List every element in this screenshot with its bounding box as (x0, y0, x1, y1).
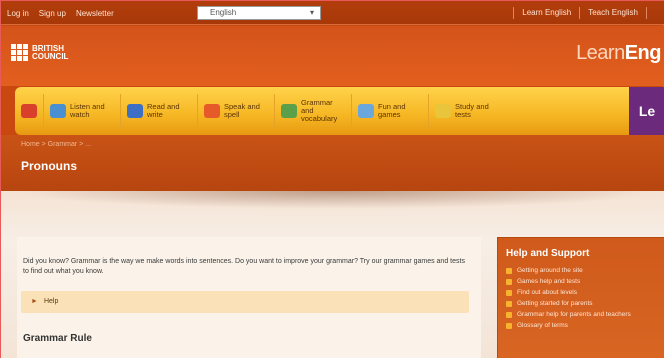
login-link[interactable]: Log in (7, 9, 29, 18)
nav-purple-label: Le (638, 103, 656, 119)
nav-item-label: Grammar and vocabulary (301, 98, 338, 123)
sidebar-item-label: Glossary of terms (517, 322, 568, 329)
nav-item-purple[interactable]: Le (629, 87, 664, 135)
speech-icon (204, 104, 220, 118)
teach-english-link[interactable]: Teach English (579, 7, 646, 19)
bullet-icon (506, 278, 512, 285)
site-brand[interactable]: LearnEng (576, 42, 661, 65)
sidebar-item-label: Getting started for parents (517, 300, 593, 307)
nav-item-games[interactable]: Fun and games (352, 87, 428, 135)
nav-item-label: Fun and games (378, 102, 406, 119)
bullet-icon (506, 322, 512, 329)
bullet-icon (506, 289, 512, 296)
sidebar-item[interactable]: Glossary of terms (506, 322, 658, 329)
sidebar-item-label: Games help and tests (517, 278, 581, 285)
book-icon (127, 104, 143, 118)
sidebar-item[interactable]: Games help and tests (506, 278, 658, 285)
top-utility-bar: Log in Sign up Newsletter English ▾ Lear… (1, 1, 664, 25)
nav-item-study[interactable]: Study and tests (429, 87, 505, 135)
page-header-band: Home > Grammar > ... Pronouns (1, 135, 664, 191)
newsletter-link[interactable]: Newsletter (76, 9, 114, 18)
site-header: BRITISH COUNCIL LearnEng (1, 26, 664, 86)
nav-item-home[interactable] (15, 87, 43, 135)
logo-text: BRITISH COUNCIL (32, 43, 69, 61)
help-support-panel: Help and Support Getting around the site… (497, 237, 664, 358)
page-title: Pronouns (21, 159, 77, 173)
bullet-icon (506, 311, 512, 318)
band-shadow (15, 191, 655, 209)
bullet-icon (506, 267, 512, 274)
sidebar-item[interactable]: Find out about levels (506, 289, 658, 296)
nav-item-label: Study and tests (455, 102, 489, 119)
british-council-logo[interactable]: BRITISH COUNCIL (11, 44, 68, 61)
nav-item-speak[interactable]: Speak and spell (198, 87, 274, 135)
help-support-title: Help and Support (506, 248, 590, 259)
nav-item-label: Read and write (147, 102, 180, 119)
brand-bold: Eng (624, 42, 662, 64)
nav-item-label: Speak and spell (224, 102, 260, 119)
breadcrumb[interactable]: Home > Grammar > ... (21, 141, 91, 148)
main-nav: Listen and watch Read and write Speak an… (15, 87, 664, 135)
sidebar-item-label: Find out about levels (517, 289, 577, 296)
site-links: Learn English Teach English (513, 7, 663, 19)
nav-item-grammar[interactable]: Grammar and vocabulary (275, 87, 351, 135)
grammar-icon (281, 104, 297, 118)
section-heading: Grammar Rule (23, 333, 92, 344)
chevron-down-icon: ▾ (309, 8, 314, 17)
sidebar-item[interactable]: Getting started for parents (506, 300, 658, 307)
test-icon (435, 104, 451, 118)
headphones-icon (50, 104, 66, 118)
sidebar-item[interactable]: Getting around the site (506, 267, 658, 274)
home-icon (21, 104, 37, 118)
nav-item-label: Listen and watch (70, 102, 105, 119)
brand-light: Learn (576, 42, 625, 64)
signup-link[interactable]: Sign up (39, 9, 66, 18)
help-label: Help (43, 298, 59, 305)
sidebar-item-label: Grammar help for parents and teachers (517, 311, 631, 318)
more-link[interactable] (646, 7, 663, 19)
nav-item-listen[interactable]: Listen and watch (44, 87, 120, 135)
learn-english-link[interactable]: Learn English (513, 7, 579, 19)
sidebar-item-label: Getting around the site (517, 267, 583, 274)
language-select[interactable]: English ▾ (197, 6, 321, 20)
logo-grid-icon (11, 44, 28, 61)
nav-item-read[interactable]: Read and write (121, 87, 197, 135)
games-icon (358, 104, 374, 118)
top-links: Log in Sign up Newsletter (7, 9, 114, 18)
help-toggle[interactable]: ► Help (21, 291, 469, 313)
triangle-right-icon: ► (31, 298, 38, 305)
language-select-value: English (210, 8, 237, 17)
sidebar-item[interactable]: Grammar help for parents and teachers (506, 311, 658, 318)
intro-text: Did you know? Grammar is the way we make… (23, 258, 465, 275)
bullet-icon (506, 300, 512, 307)
